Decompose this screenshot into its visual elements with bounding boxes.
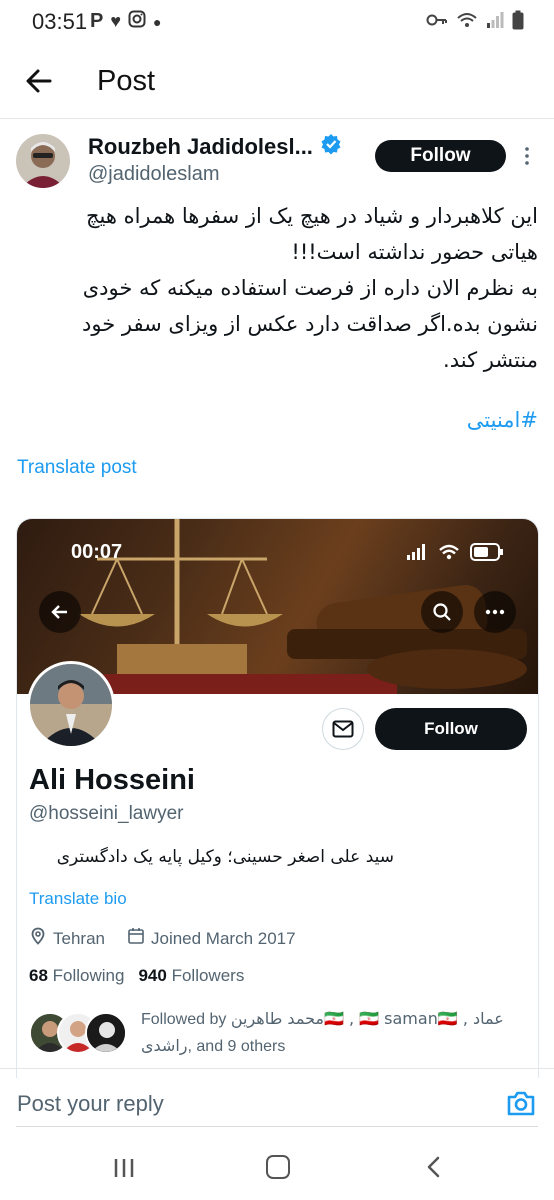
profile-location: Tehran (53, 928, 105, 948)
status-bar: 03:51 P ♥ ● (0, 0, 554, 42)
more-options-icon[interactable] (521, 146, 533, 166)
signal-icon (486, 11, 504, 34)
wifi-icon (438, 544, 460, 565)
following-label: Following (52, 966, 125, 985)
followed-by-text: Followed by محمد طاهرین🇮🇷 , 🇮🇷 saman🇮🇷 ,… (141, 1009, 504, 1055)
profile-handle: @hosseini_lawyer (29, 803, 184, 824)
follow-stats: 68 Following 940 Followers (29, 966, 244, 986)
reply-underline (16, 1126, 538, 1127)
top-header: Post (0, 42, 554, 120)
author-name-row: Rouzbeh Jadidolesl... (88, 133, 342, 160)
heart-icon: ♥ (110, 11, 122, 31)
system-nav-bar (0, 1140, 554, 1200)
home-icon[interactable] (266, 1155, 290, 1179)
battery-icon (470, 543, 504, 566)
header-divider (0, 118, 554, 119)
p-icon: P (90, 10, 104, 32)
author-handle[interactable]: @jadidoleslam (88, 163, 219, 186)
profile-joined: Joined March 2017 (150, 928, 296, 948)
battery-icon (512, 10, 524, 35)
inner-status-time: 00:07 (71, 541, 123, 563)
profile-name: Ali Hosseini (29, 764, 195, 796)
profile-avatar (27, 661, 115, 749)
signal-icon (406, 544, 428, 565)
status-time: 03:51 (32, 9, 88, 34)
back-arrow-icon[interactable] (22, 64, 56, 98)
page-title: Post (97, 65, 156, 97)
location-icon (29, 927, 47, 950)
avatar (85, 1012, 127, 1054)
translate-post-link[interactable]: Translate post (17, 457, 137, 479)
followers-label: Followers (171, 966, 245, 985)
translate-bio-link: Translate bio (29, 889, 127, 908)
calendar-icon (127, 927, 145, 950)
following-count: 68 (29, 966, 48, 985)
post-text: این کلاهبردار و شیاد در هیچ یک از سفرها … (82, 204, 538, 372)
wifi-icon (456, 11, 478, 34)
author-avatar[interactable] (16, 134, 70, 188)
inner-search-icon (421, 591, 463, 633)
verified-badge-icon (320, 133, 342, 160)
inner-follow-button: Follow (375, 708, 527, 750)
profile-meta: Tehran Joined March 2017 (29, 927, 296, 950)
inner-more-icon (474, 591, 516, 633)
followed-by-avatars (29, 1012, 129, 1054)
reply-input[interactable] (17, 1088, 477, 1120)
inner-back-icon (39, 591, 81, 633)
instagram-icon (128, 10, 146, 33)
hashtag-link[interactable]: #امنیتی (467, 408, 538, 432)
key-icon (426, 13, 448, 32)
author-name[interactable]: Rouzbeh Jadidolesl... (88, 134, 313, 160)
camera-icon[interactable] (505, 1087, 537, 1119)
message-icon (322, 708, 364, 750)
reply-divider (0, 1068, 554, 1069)
nav-back-icon[interactable] (422, 1155, 446, 1179)
dot-icon: ● (153, 13, 162, 30)
embedded-image-card[interactable]: 00:07 Follow Ali Hosseini @hosseini_lawy… (16, 518, 539, 1078)
profile-bio: سید علی اصغر حسینی؛ وکیل پایه یک دادگستر… (56, 847, 394, 867)
follow-button[interactable]: Follow (375, 140, 506, 172)
followers-count: 940 (138, 966, 167, 985)
recents-icon[interactable] (112, 1156, 136, 1180)
